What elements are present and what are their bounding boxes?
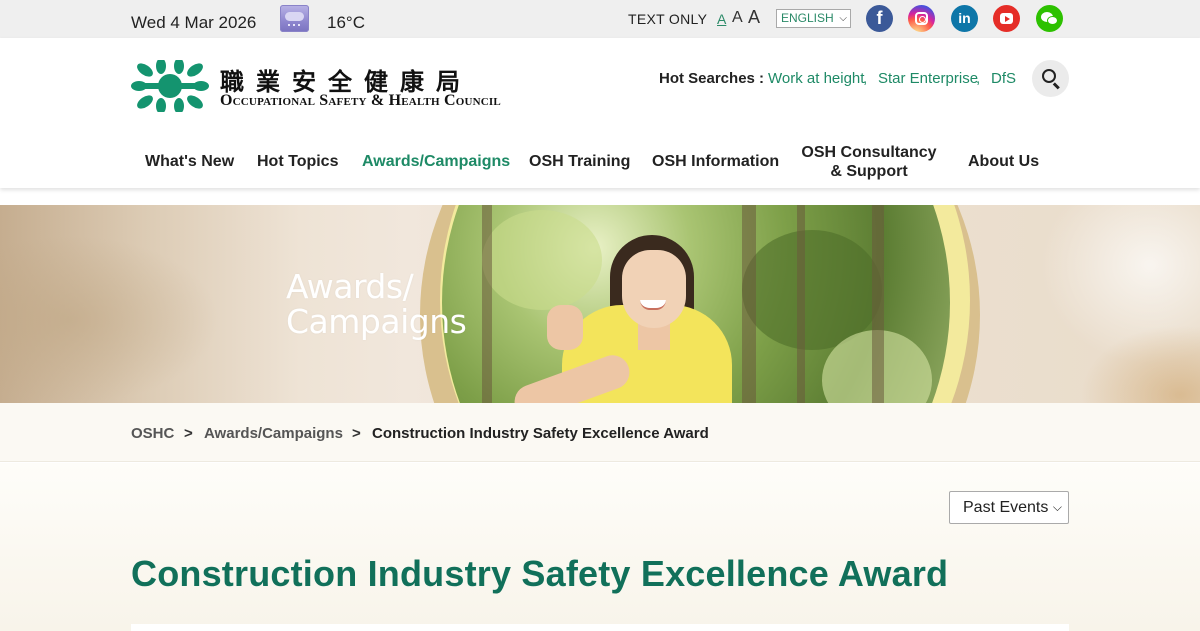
- oshc-logo-icon[interactable]: [131, 60, 209, 112]
- hot-searches-label: Hot Searches :: [659, 70, 765, 87]
- logo-english-name: Occupational Safety & Health Council: [220, 92, 501, 109]
- hot-search-link[interactable]: DfS: [991, 70, 1016, 87]
- breadcrumb-separator: >: [184, 425, 193, 442]
- nav-osh-consultancy[interactable]: OSH Consultancy & Support: [799, 143, 939, 181]
- language-select-value: ENGLISH: [781, 11, 834, 25]
- text-only-link[interactable]: TEXT ONLY: [628, 11, 707, 27]
- language-select[interactable]: ENGLISH ⌵: [776, 9, 851, 28]
- search-icon: [1042, 69, 1056, 83]
- utility-bar: Wed 4 Mar 2026 16°C TEXT ONLY A A A ENGL…: [0, 0, 1200, 38]
- nav-hot-topics[interactable]: Hot Topics: [257, 152, 338, 171]
- font-size-medium-button[interactable]: A: [732, 9, 743, 27]
- nav-whats-new[interactable]: What's New: [145, 152, 234, 171]
- temperature: 16°C: [327, 13, 365, 32]
- current-date: Wed 4 Mar 2026: [131, 13, 257, 32]
- banner-title-line1: Awards/: [286, 267, 414, 306]
- hot-search-separator: ,: [863, 70, 868, 87]
- breadcrumb-separator: >: [352, 425, 361, 442]
- events-filter-select[interactable]: Past Events ⌵: [949, 491, 1069, 524]
- search-button[interactable]: [1032, 60, 1069, 97]
- nav-about-us[interactable]: About Us: [968, 152, 1039, 171]
- events-filter-value: Past Events: [963, 499, 1049, 516]
- facebook-icon[interactable]: f: [866, 5, 893, 32]
- breadcrumb: OSHC > Awards/Campaigns > Construction I…: [0, 403, 1200, 462]
- weather-icon: [280, 5, 309, 32]
- nav-osh-information[interactable]: OSH Information: [652, 152, 779, 171]
- nav-awards-campaigns[interactable]: Awards/Campaigns: [362, 152, 510, 171]
- hot-search-link[interactable]: Work at height: [768, 70, 864, 87]
- instagram-icon[interactable]: [908, 5, 935, 32]
- banner-title-line2: Campaigns: [286, 302, 467, 341]
- nav-osh-training[interactable]: OSH Training: [529, 152, 630, 171]
- banner-photo: [442, 205, 950, 403]
- wechat-icon[interactable]: [1036, 5, 1063, 32]
- chevron-down-icon: ⌵: [1052, 500, 1062, 514]
- main-content: Past Events ⌵ Construction Industry Safe…: [0, 463, 1200, 631]
- banner-title: Awards/ Campaigns: [286, 267, 467, 341]
- nav-osh-consultancy-line2: & Support: [830, 163, 908, 180]
- breadcrumb-awards-link[interactable]: Awards/Campaigns: [204, 425, 343, 442]
- nav-osh-consultancy-line1: OSH Consultancy: [801, 144, 937, 161]
- font-size-small-button[interactable]: A: [717, 11, 726, 27]
- site-header: 職業安全健康局 Occupational Safety & Health Cou…: [0, 38, 1200, 188]
- linkedin-icon[interactable]: in: [951, 5, 978, 32]
- hot-search-link[interactable]: Star Enterprise: [878, 70, 978, 87]
- chevron-down-icon: ⌵: [839, 13, 847, 24]
- hot-search-separator: ,: [976, 70, 981, 87]
- youtube-icon[interactable]: [993, 5, 1020, 32]
- font-size-large-button[interactable]: A: [748, 7, 760, 28]
- breadcrumb-home-link[interactable]: OSHC: [131, 425, 174, 442]
- page-title: Construction Industry Safety Excellence …: [131, 553, 949, 594]
- hero-banner: Awards/ Campaigns: [0, 205, 1200, 403]
- breadcrumb-current: Construction Industry Safety Excellence …: [372, 425, 709, 442]
- content-card: [131, 624, 1069, 631]
